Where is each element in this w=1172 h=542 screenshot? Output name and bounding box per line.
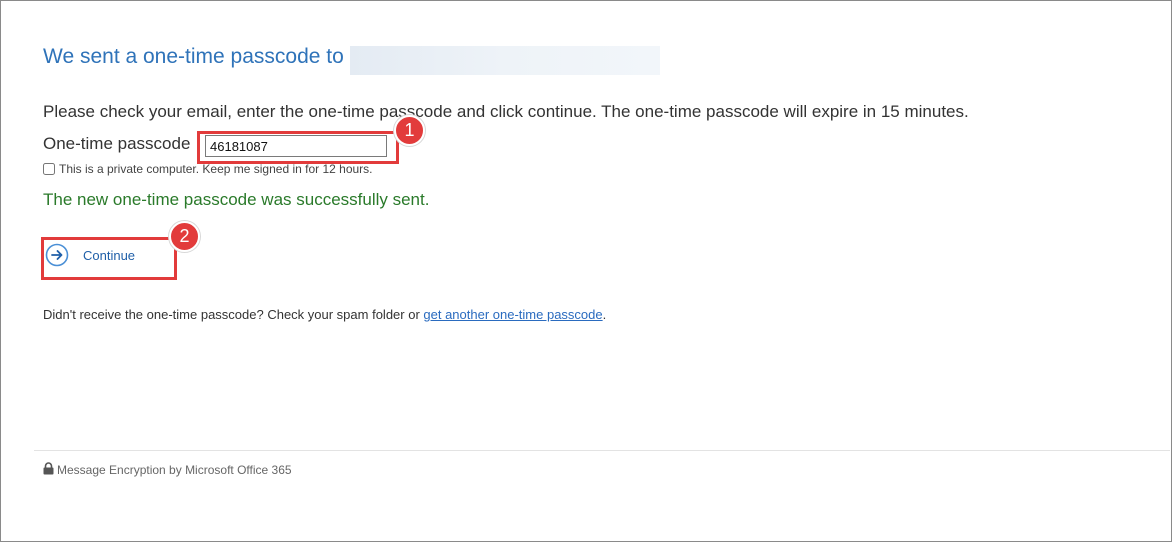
keep-signed-in-row[interactable]: This is a private computer. Keep me sign… [43, 162, 373, 176]
arrow-right-circle-icon [45, 243, 69, 267]
step-badge-2: 2 [169, 221, 200, 252]
passcode-input[interactable] [205, 135, 387, 157]
footer-divider [34, 450, 1170, 451]
passcode-label: One-time passcode [43, 134, 191, 153]
continue-button[interactable]: Continue [45, 243, 135, 267]
continue-label: Continue [83, 247, 136, 263]
resend-prefix: Didn't receive the one-time passcode? Ch… [43, 307, 424, 322]
step-badge-1: 1 [394, 115, 425, 146]
footer: Message Encryption by Microsoft Office 3… [43, 462, 292, 478]
footer-text: Message Encryption by Microsoft Office 3… [57, 463, 292, 477]
redacted-email [350, 46, 660, 75]
resend-link[interactable]: get another one-time passcode [423, 307, 602, 322]
instruction-text: Please check your email, enter the one-t… [43, 102, 969, 121]
page-title: We sent a one-time passcode to [43, 45, 344, 68]
resend-suffix: . [602, 307, 607, 322]
keep-signed-in-label: This is a private computer. Keep me sign… [59, 162, 373, 176]
keep-signed-in-checkbox[interactable] [43, 163, 55, 175]
resend-text: Didn't receive the one-time passcode? Ch… [43, 307, 606, 322]
success-message: The new one-time passcode was successful… [43, 190, 430, 209]
lock-icon [43, 462, 54, 478]
